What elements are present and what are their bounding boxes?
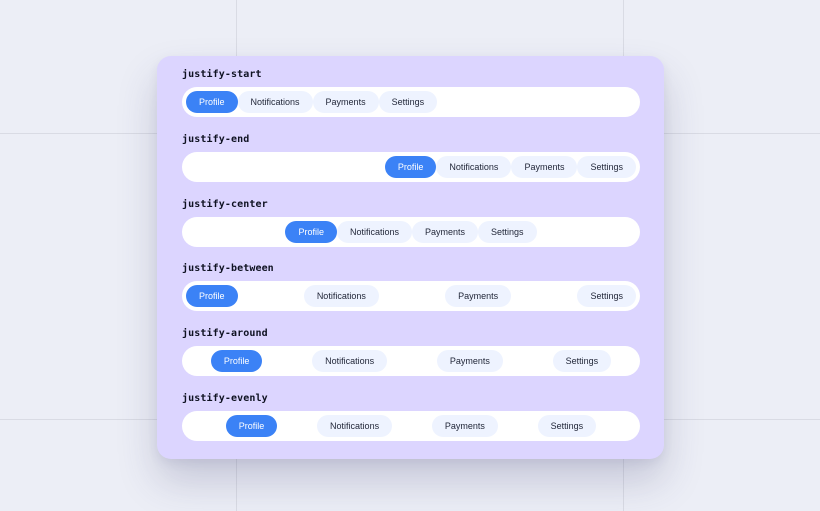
tab-payments[interactable]: Payments: [436, 350, 503, 372]
tab-settings[interactable]: Settings: [537, 415, 597, 437]
tab-payments[interactable]: Payments: [312, 91, 379, 113]
tab-settings[interactable]: Settings: [378, 91, 438, 113]
tab-notifications[interactable]: Notifications: [237, 91, 313, 113]
tab-notifications[interactable]: Notifications: [336, 221, 412, 243]
section-justify-between: justify-between Profile Notifications Pa…: [182, 262, 640, 311]
nav-bar: Profile Notifications Payments Settings: [182, 87, 640, 117]
tab-profile[interactable]: Profile: [210, 350, 263, 372]
tab-notifications[interactable]: Notifications: [436, 156, 512, 178]
section-label: justify-around: [182, 328, 268, 339]
section-justify-start: justify-start Profile Notifications Paym…: [182, 68, 640, 117]
tab-payments[interactable]: Payments: [411, 221, 479, 243]
nav-bar: Profile Notifications Payments Settings: [182, 411, 640, 441]
tab-notifications[interactable]: Notifications: [312, 350, 388, 372]
tab-settings[interactable]: Settings: [552, 350, 612, 372]
tab-profile[interactable]: Profile: [186, 285, 238, 307]
section-label: justify-evenly: [182, 393, 268, 404]
tab-payments[interactable]: Payments: [511, 156, 578, 178]
section-justify-end: justify-end Profile Notifications Paymen…: [182, 133, 640, 182]
tab-payments[interactable]: Payments: [445, 285, 512, 307]
nav-bar: Profile Notifications Payments Settings: [182, 281, 640, 311]
nav-bar: Profile Notifications Payments Settings: [182, 217, 640, 247]
tab-settings[interactable]: Settings: [577, 285, 636, 307]
section-justify-around: justify-around Profile Notifications Pay…: [182, 327, 640, 376]
tab-settings[interactable]: Settings: [478, 221, 537, 243]
section-label: justify-start: [182, 69, 262, 80]
tab-payments[interactable]: Payments: [431, 415, 498, 437]
section-justify-center: justify-center Profile Notifications Pay…: [182, 198, 640, 247]
demo-card: justify-start Profile Notifications Paym…: [157, 56, 664, 459]
nav-bar: Profile Notifications Payments Settings: [182, 152, 640, 182]
tab-profile[interactable]: Profile: [225, 415, 278, 437]
section-label: justify-between: [182, 263, 274, 274]
tab-profile[interactable]: Profile: [384, 156, 437, 178]
section-justify-evenly: justify-evenly Profile Notifications Pay…: [182, 392, 640, 441]
section-label: justify-center: [182, 199, 268, 210]
tab-profile[interactable]: Profile: [285, 221, 337, 243]
tab-notifications[interactable]: Notifications: [303, 285, 379, 307]
tab-profile[interactable]: Profile: [186, 91, 238, 113]
tab-settings[interactable]: Settings: [577, 156, 636, 178]
tab-notifications[interactable]: Notifications: [317, 415, 393, 437]
section-label: justify-end: [182, 134, 250, 145]
nav-bar: Profile Notifications Payments Settings: [182, 346, 640, 376]
